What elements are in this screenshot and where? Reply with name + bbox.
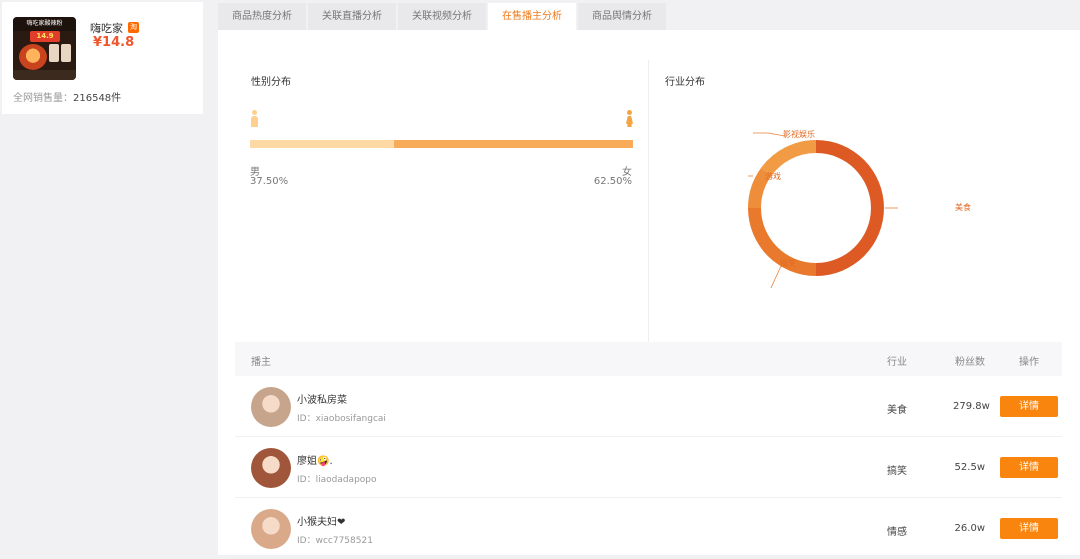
product-card: 嗨吃家酸辣粉 14.9 嗨吃家 淘 ¥14.8 全网销售量：216548件 [2, 2, 203, 114]
product-thumbnail[interactable]: 嗨吃家酸辣粉 14.9 [13, 17, 76, 80]
product-price: ¥14.8 [93, 35, 135, 50]
tab-anchor-analysis[interactable]: 在售播主分析 [488, 3, 576, 30]
male-bar-segment [250, 140, 394, 148]
noodle-bowl-image [19, 44, 47, 70]
detail-button[interactable]: 详情 [1000, 518, 1058, 539]
avatar[interactable] [251, 387, 291, 427]
main-panel: 性别分布 男 37.50% 女 62.50% 行业分布 影视娱乐 游戏 美食 搞… [218, 30, 1080, 559]
header-anchor: 播主 [251, 357, 271, 368]
anchor-name[interactable]: 小猴夫妇❤ [297, 513, 345, 528]
avatar[interactable] [251, 448, 291, 488]
donut-leader-line [770, 265, 782, 288]
donut-label-game: 游戏 [765, 172, 781, 181]
female-icon [625, 110, 633, 128]
anchor-industry: 情感 [887, 527, 907, 538]
industry-section-title: 行业分布 [665, 77, 705, 88]
industry-donut-chart [748, 132, 898, 288]
thumbnail-title: 嗨吃家酸辣粉 [13, 17, 76, 31]
anchor-industry: 美食 [887, 405, 907, 416]
anchor-fans: 279.8w [953, 401, 990, 412]
header-industry: 行业 [887, 357, 907, 368]
product-sales: 全网销售量：216548件 [13, 89, 121, 104]
tab-related-live[interactable]: 关联直播分析 [308, 3, 396, 30]
section-divider [648, 60, 649, 345]
table-row: 廖姐🤪. ID：liaodadapopo 搞笑 52.5w 详情 [235, 437, 1062, 498]
thumbnail-price: 14.9 [30, 31, 60, 42]
sales-value: 216548件 [73, 93, 122, 104]
donut-slice [816, 140, 884, 276]
analysis-tabs: 商品热度分析 关联直播分析 关联视频分析 在售播主分析 商品舆情分析 [218, 3, 668, 30]
tab-related-video[interactable]: 关联视频分析 [398, 3, 486, 30]
male-icon [250, 110, 258, 128]
taobao-icon: 淘 [128, 22, 139, 33]
anchor-id: ID：liaodadapopo [297, 475, 377, 485]
product-name: 嗨吃家 [90, 22, 123, 35]
package-image [61, 44, 71, 62]
donut-label-food: 美食 [955, 203, 971, 212]
avatar[interactable] [251, 509, 291, 549]
anchor-name[interactable]: 小波私房菜 [297, 391, 347, 406]
male-percent: 37.50% [250, 176, 289, 187]
sales-label: 全网销售量： [13, 93, 73, 104]
anchor-name[interactable]: 廖姐🤪. [297, 452, 333, 467]
donut-label-entertainment: 影视娱乐 [783, 130, 815, 139]
anchor-table: 播主 行业 粉丝数 操作 小波私房菜 ID：xiaobosifangcai 美食… [235, 342, 1062, 559]
thumbnail-footer [13, 70, 76, 80]
donut-label-comedy: 搞笑 [780, 259, 796, 268]
detail-button[interactable]: 详情 [1000, 457, 1058, 478]
detail-button[interactable]: 详情 [1000, 396, 1058, 417]
anchor-fans: 26.0w [954, 523, 985, 534]
female-bar-segment [393, 140, 633, 148]
table-row: 小猴夫妇❤ ID：wcc7758521 情感 26.0w 详情 [235, 498, 1062, 559]
tab-public-opinion[interactable]: 商品舆情分析 [578, 3, 666, 30]
anchor-id: ID：xiaobosifangcai [297, 414, 386, 424]
tab-product-heat[interactable]: 商品热度分析 [218, 3, 306, 30]
header-fans: 粉丝数 [955, 357, 985, 368]
package-image [49, 44, 59, 62]
gender-bar [250, 140, 633, 148]
anchor-industry: 搞笑 [887, 466, 907, 477]
anchor-fans: 52.5w [954, 462, 985, 473]
header-action: 操作 [1019, 357, 1039, 368]
gender-section-title: 性别分布 [251, 77, 291, 88]
donut-leader-line [753, 132, 786, 137]
table-row: 小波私房菜 ID：xiaobosifangcai 美食 279.8w 详情 [235, 376, 1062, 437]
table-header: 播主 行业 粉丝数 操作 [235, 342, 1062, 376]
female-percent: 62.50% [593, 176, 632, 187]
anchor-id: ID：wcc7758521 [297, 536, 373, 546]
